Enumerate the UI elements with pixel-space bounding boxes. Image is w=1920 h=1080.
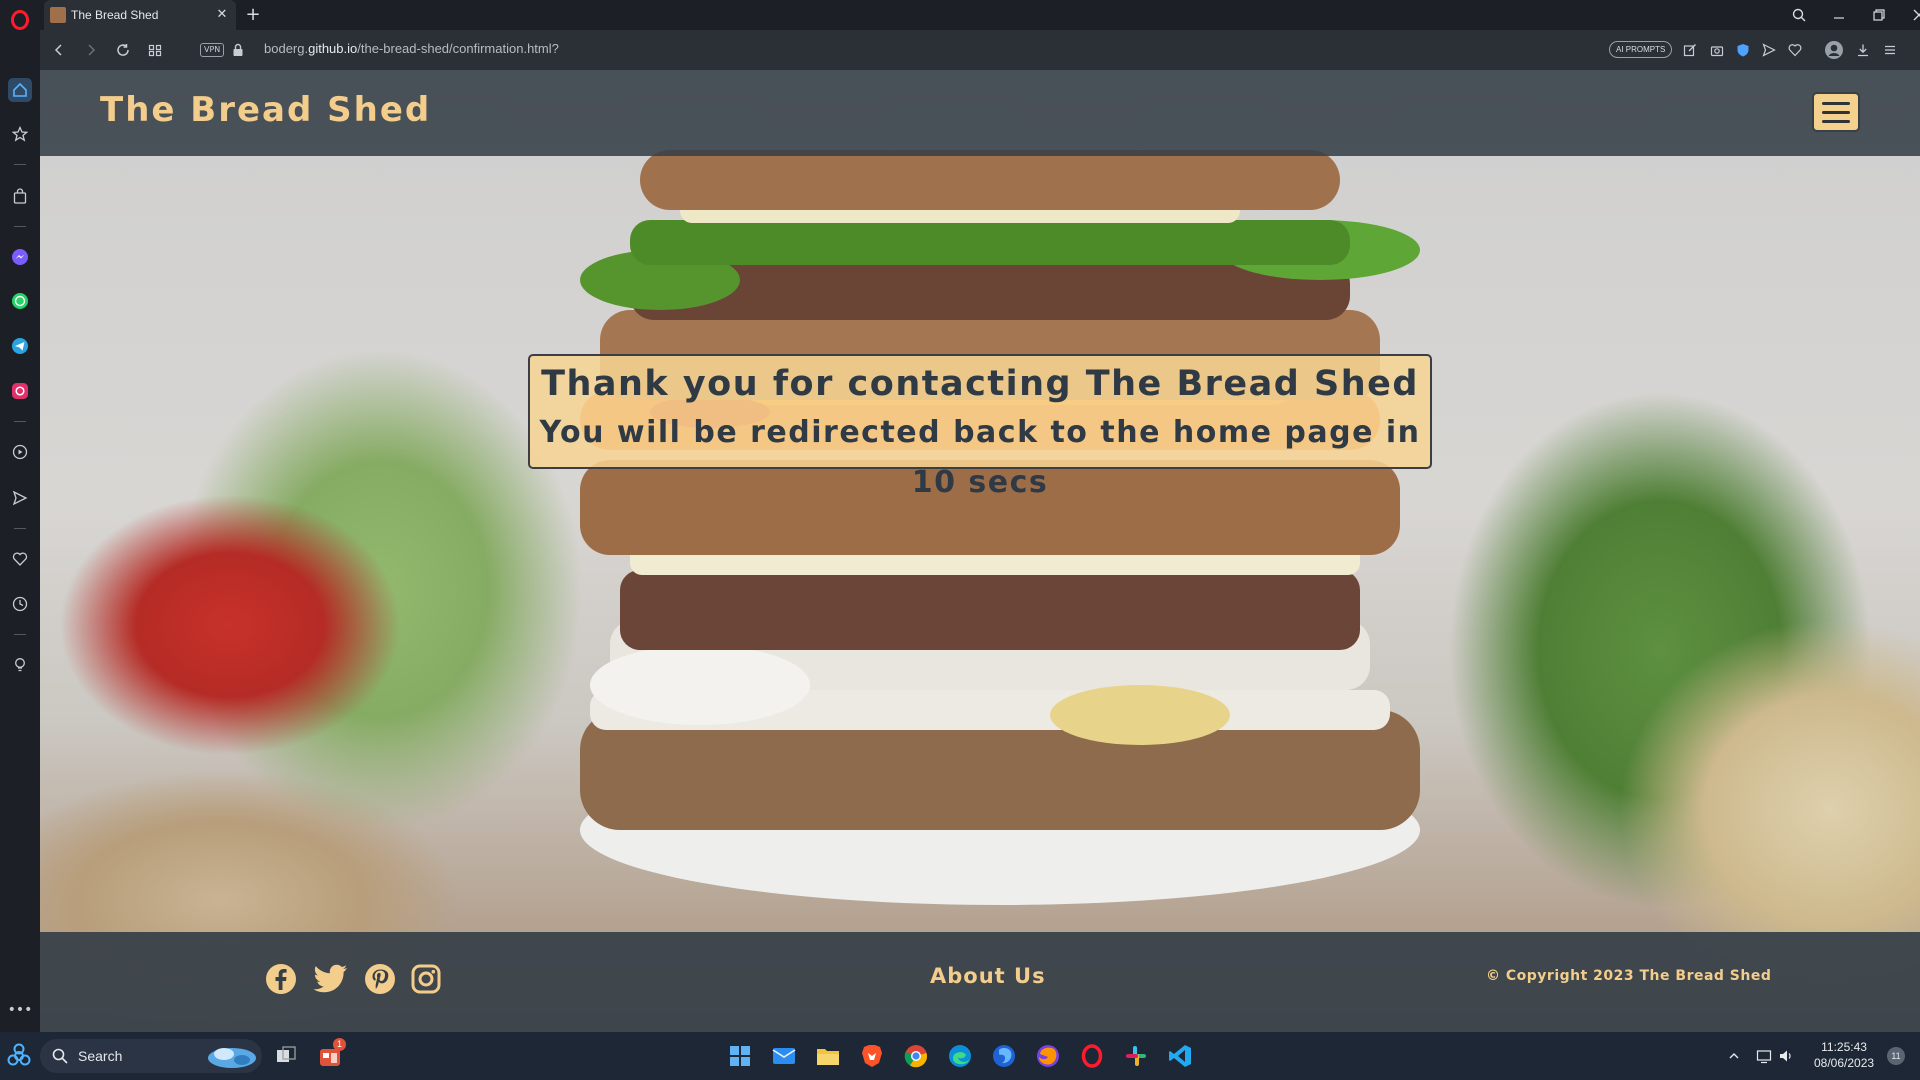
twitter-icon[interactable]: [314, 962, 348, 996]
search-highlight-icon: [208, 1048, 256, 1068]
about-us-link[interactable]: About Us: [930, 964, 1046, 988]
redirect-message: You will be redirected back to the home …: [539, 415, 1421, 500]
opera-taskbar-icon[interactable]: [1076, 1040, 1108, 1072]
close-window-icon[interactable]: [1899, 0, 1920, 30]
search-tabs-icon[interactable]: [1779, 0, 1819, 30]
widgets-app-icon[interactable]: 1: [314, 1038, 346, 1072]
volume-icon[interactable]: [1770, 1040, 1802, 1072]
url-prefix: boderg.: [264, 41, 309, 56]
hamburger-menu-button[interactable]: [1812, 92, 1860, 132]
mail-icon[interactable]: [768, 1040, 800, 1072]
copyright-icon: ©: [1486, 968, 1501, 984]
lock-icon[interactable]: [232, 42, 246, 58]
url-domain: github.io: [308, 41, 358, 56]
minimize-icon[interactable]: [1819, 0, 1859, 30]
speed-dial-icon[interactable]: [144, 39, 166, 61]
site-header: The Bread Shed: [40, 70, 1920, 156]
camera-icon[interactable]: [1707, 40, 1727, 60]
star-icon[interactable]: [8, 122, 32, 146]
file-explorer-icon[interactable]: [812, 1040, 844, 1072]
url-path: /the-bread-shed/confirmation.html?: [357, 41, 559, 56]
easy-setup-icon[interactable]: [1880, 40, 1900, 60]
back-icon[interactable]: [48, 39, 70, 61]
tab-strip: The Bread Shed ✕ +: [40, 0, 1920, 30]
taskbar-search-input[interactable]: Search: [40, 1039, 262, 1073]
more-icon[interactable]: •••: [8, 998, 33, 1022]
restore-icon[interactable]: [1859, 0, 1899, 30]
thank-you-message: Thank you for contacting The Bread Shed: [541, 364, 1419, 404]
forward-icon[interactable]: [80, 39, 102, 61]
shield-icon[interactable]: [1733, 40, 1753, 60]
edge-icon[interactable]: [944, 1040, 976, 1072]
send-toolbar-icon[interactable]: [1759, 40, 1779, 60]
site-footer: About Us © Copyright 2023 The Bread Shed: [40, 932, 1920, 1032]
instagram-sidebar-icon[interactable]: [8, 379, 32, 403]
system-clock[interactable]: 11:25:43 08/06/2023: [1814, 1039, 1874, 1071]
copyright-text: Copyright 2023 The Bread Shed: [1505, 968, 1772, 984]
whatsapp-icon[interactable]: [8, 289, 32, 313]
close-tab-icon[interactable]: ✕: [214, 7, 230, 23]
new-tab-button[interactable]: +: [242, 4, 264, 26]
history-icon[interactable]: [8, 592, 32, 616]
shopping-bag-icon[interactable]: [8, 184, 32, 208]
messenger-icon[interactable]: [8, 245, 32, 269]
web-page: The Bread Shed Thank you for contacting …: [40, 70, 1920, 1032]
opera-logo-icon[interactable]: [8, 8, 32, 32]
start-menu-icon[interactable]: [724, 1040, 756, 1072]
url-field[interactable]: boderg.github.io/the-bread-shed/confirma…: [264, 41, 559, 56]
sandwich-illustration: [580, 150, 1420, 905]
home-icon[interactable]: [8, 78, 32, 102]
hamburger-line-icon: [1822, 110, 1850, 114]
telegram-icon[interactable]: [8, 334, 32, 358]
clock-date: 08/06/2023: [1814, 1056, 1875, 1070]
task-view-icon[interactable]: [270, 1040, 302, 1072]
instagram-icon[interactable]: [409, 962, 443, 996]
biohazard-widget-icon[interactable]: [3, 1040, 35, 1072]
heart-icon[interactable]: [8, 547, 32, 571]
player-icon[interactable]: [8, 440, 32, 464]
notification-badge: 1: [333, 1038, 346, 1051]
reload-icon[interactable]: [112, 39, 134, 61]
heart-toolbar-icon[interactable]: [1785, 40, 1805, 60]
lightbulb-icon[interactable]: [8, 653, 32, 677]
site-title[interactable]: The Bread Shed: [100, 90, 431, 130]
opera-sidebar: •••: [0, 0, 40, 1032]
slack-icon[interactable]: [1120, 1040, 1152, 1072]
clock-time: 11:25:43: [1821, 1040, 1867, 1054]
chevron-up-icon[interactable]: [1718, 1040, 1750, 1072]
sandwich-background-image: [40, 70, 1920, 1032]
search-icon: [52, 1048, 68, 1064]
chrome-icon[interactable]: [900, 1040, 932, 1072]
tab-title: The Bread Shed: [71, 8, 159, 22]
send-icon[interactable]: [8, 486, 32, 510]
facebook-icon[interactable]: [264, 962, 298, 996]
vscode-icon[interactable]: [1164, 1040, 1196, 1072]
firefox-developer-icon[interactable]: [988, 1040, 1020, 1072]
download-icon[interactable]: [1853, 40, 1873, 60]
notification-center-icon[interactable]: 11: [1880, 1040, 1912, 1072]
address-bar: VPN boderg.github.io/the-bread-shed/conf…: [40, 30, 1920, 70]
profile-avatar-icon[interactable]: [1824, 40, 1844, 60]
copyright-notice: © Copyright 2023 The Bread Shed: [1486, 968, 1771, 984]
windows-taskbar: Search 1 11:25:43 08/06/2023 11: [0, 1032, 1920, 1080]
ai-prompts-button[interactable]: AI PROMPTS: [1609, 41, 1673, 58]
hamburger-line-icon: [1822, 119, 1850, 123]
brave-icon[interactable]: [856, 1040, 888, 1072]
firefox-icon[interactable]: [1032, 1040, 1064, 1072]
edit-icon[interactable]: [1680, 40, 1700, 60]
search-label: Search: [78, 1048, 123, 1064]
pinterest-icon[interactable]: [363, 962, 397, 996]
confirmation-message-box: Thank you for contacting The Bread Shed …: [528, 354, 1432, 500]
notification-count: 11: [1887, 1047, 1905, 1065]
hamburger-line-icon: [1822, 101, 1850, 105]
favicon-icon: [50, 7, 66, 23]
tab-the-bread-shed[interactable]: The Bread Shed ✕: [44, 0, 236, 30]
vpn-badge[interactable]: VPN: [200, 43, 225, 57]
